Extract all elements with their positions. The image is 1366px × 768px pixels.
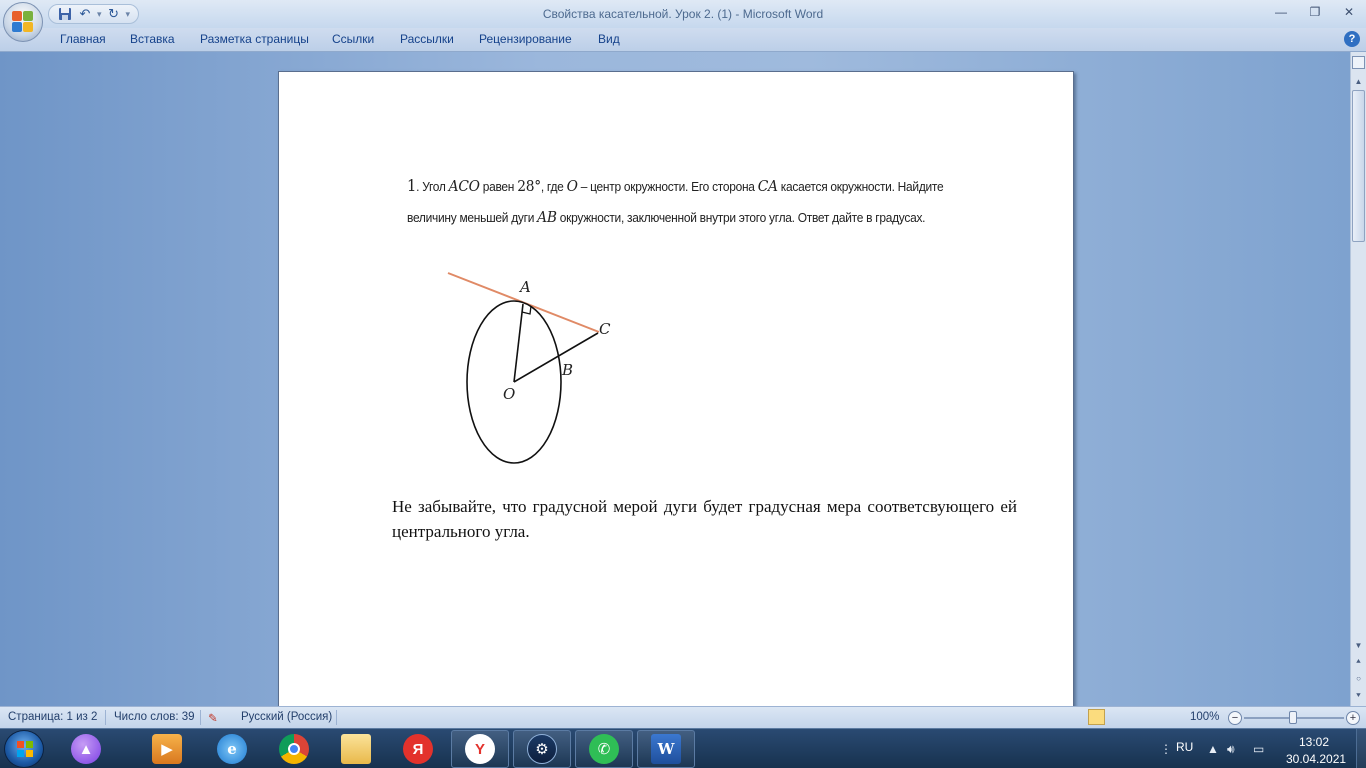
math-arc: AB [537,208,557,226]
whatsapp-icon: ✆ [589,734,619,764]
vertical-scrollbar[interactable]: ▲ ▼ ⯅ ○ ⯆ [1350,52,1366,706]
task-text-part: – центр окружности. Его сторона [577,179,758,194]
scroll-down-icon[interactable]: ▼ [1351,638,1366,653]
geometry-figure: A C B O [447,272,611,464]
clock-time[interactable]: 13:02 [1299,735,1329,749]
task-number: 1 [407,176,417,195]
show-desktop-button[interactable] [1356,729,1366,768]
office-logo-icon [12,11,34,33]
ruler-toggle-icon[interactable] [1352,56,1365,69]
label-b: B [561,361,573,379]
outline-icon[interactable] [1145,709,1162,725]
tab-page-layout[interactable]: Разметка страницы [200,32,309,46]
start-button[interactable] [4,730,44,768]
segment-oc [513,332,599,383]
radius-oa [513,303,524,383]
math-degrees: 28° [517,177,541,195]
tab-mailings[interactable]: Рассылки [400,32,454,46]
alice-icon: ▲ [71,734,101,764]
tray-grip-icon: ⋮ [1160,742,1172,756]
previous-page-icon[interactable]: ⯅ [1351,654,1366,669]
file-explorer-icon [341,734,371,764]
math-angle: ACO [448,177,480,195]
title-bar: ↶ ▾ ↻ ▾ Свойства касательной. Урок 2. (1… [0,0,1366,28]
internet-explorer-icon: e [217,734,247,764]
label-c: C [599,320,611,338]
yandex-browser-icon: Y [465,734,495,764]
taskbar-yandex-browser[interactable]: Y [451,730,509,768]
steam-icon: ⚙ [527,734,557,764]
spelling-check-icon[interactable]: ✎ [208,711,218,725]
document-page[interactable]: 1. Угол ACO равен 28°, где O – центр окр… [278,71,1074,706]
taskbar-internet-explorer[interactable]: e [203,730,261,768]
task-text-part: равен [479,179,518,194]
word-icon: W [651,734,681,764]
language-indicator[interactable]: Русский (Россия) [241,711,332,723]
minimize-button[interactable]: — [1264,0,1298,24]
restore-button[interactable]: ❐ [1298,0,1332,24]
close-button[interactable]: ✕ [1332,0,1366,24]
tab-review[interactable]: Рецензирование [479,32,572,46]
show-hidden-icons[interactable]: ▲ [1207,742,1219,756]
yandex-icon: Я [403,734,433,764]
view-buttons [1088,709,1181,725]
network-icon[interactable]: ▭ [1253,742,1264,756]
word-count[interactable]: Число слов: 39 [114,711,195,723]
window-title: Свойства касательной. Урок 2. (1) - Micr… [542,7,824,21]
taskbar-media-player[interactable]: ▶ [138,730,196,768]
label-o: O [503,385,515,403]
taskbar-file-explorer[interactable] [327,730,385,768]
volume-icon[interactable]: 🔊︎ [1227,742,1235,757]
label-a: A [518,278,531,296]
help-icon[interactable]: ? [1344,31,1360,47]
scroll-thumb[interactable] [1352,90,1365,242]
browse-object-icon[interactable]: ○ [1351,671,1366,686]
page-count[interactable]: Страница: 1 из 2 [8,711,97,723]
web-layout-icon[interactable] [1126,709,1143,725]
math-center: O [566,177,578,195]
taskbar-whatsapp[interactable]: ✆ [575,730,633,768]
taskbar-steam[interactable]: ⚙ [513,730,571,768]
taskbar-word[interactable]: W [637,730,695,768]
task-text-part: , где [540,179,567,194]
tab-insert[interactable]: Вставка [130,32,175,46]
tab-view[interactable]: Вид [598,32,620,46]
hint-paragraph: Не забывайте, что градусной мерой дуги б… [392,497,1017,541]
clock-date[interactable]: 30.04.2021 [1286,752,1346,766]
task-text-part: окружности, заключенной внутри этого угл… [556,210,926,225]
next-page-icon[interactable]: ⯆ [1351,688,1366,703]
zoom-level[interactable]: 100% [1190,711,1219,723]
taskbar-chrome[interactable] [265,730,323,768]
zoom-in-icon[interactable]: + [1346,711,1360,725]
draft-icon[interactable] [1164,709,1181,725]
zoom-slider-handle[interactable] [1289,711,1297,724]
full-screen-reading-icon[interactable] [1107,709,1124,725]
taskbar: ▲ ▶ e Я Y ⚙ ✆ W ⋮ RU ▲ 🔊︎ ▭ 13:02 30.04.… [0,728,1366,768]
windows-logo-icon [17,741,33,757]
tab-references[interactable]: Ссылки [332,32,374,46]
media-player-icon: ▶ [152,734,182,764]
taskbar-yandex[interactable]: Я [389,730,447,768]
document-workspace: 1. Угол ACO равен 28°, где O – центр окр… [0,52,1350,706]
ribbon-tabs: Главная Вставка Разметка страницы Ссылки… [0,28,1366,52]
tab-home[interactable]: Главная [60,32,106,46]
print-layout-icon[interactable] [1088,709,1105,725]
scroll-up-icon[interactable]: ▲ [1351,74,1366,89]
zoom-out-icon[interactable]: − [1228,711,1242,725]
office-button[interactable] [3,2,43,42]
chrome-icon [279,734,309,764]
math-side: CA [757,177,778,195]
task-text: 1. Угол ACO равен 28°, где O – центр окр… [407,170,959,233]
taskbar-alice[interactable]: ▲ [57,730,115,768]
status-bar: Страница: 1 из 2 Число слов: 39 ✎ Русски… [0,706,1366,728]
task-text-part: . Угол [416,179,449,194]
input-language[interactable]: RU [1176,740,1193,754]
